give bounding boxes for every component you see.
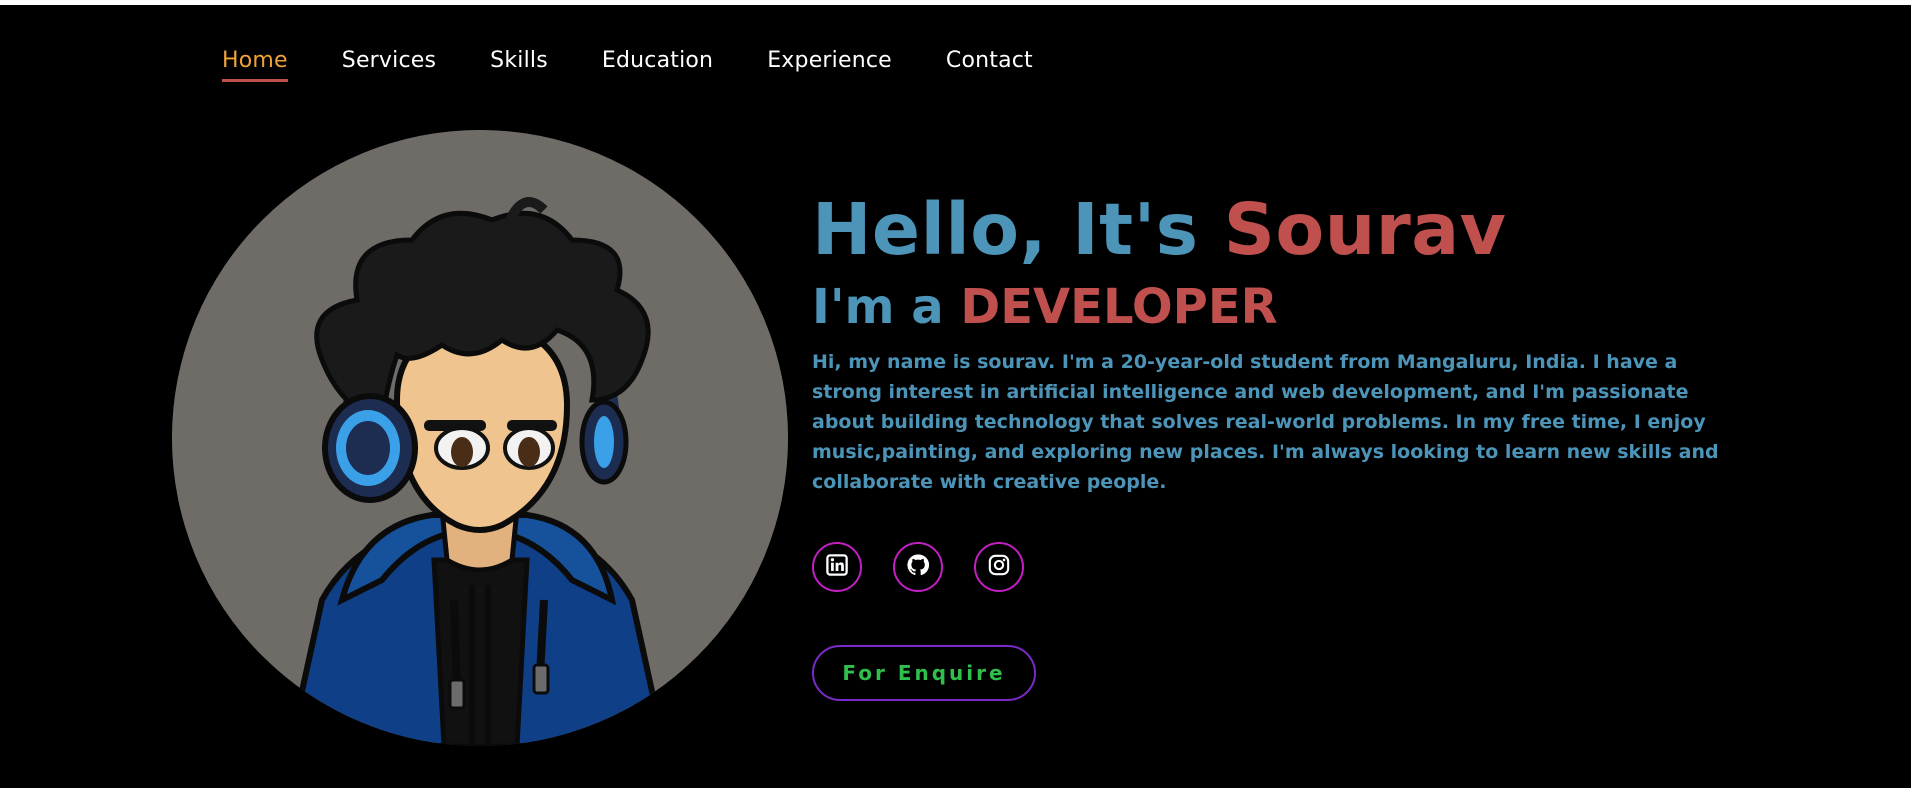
social-links [812,542,1024,592]
role-prefix: I'm a [812,279,944,335]
page: Home Services Skills Education Experienc… [0,5,1911,788]
linkedin-link[interactable] [812,542,862,592]
instagram-icon [988,554,1010,580]
hero-name: Sourav [1223,188,1507,271]
github-icon [906,553,930,581]
profile-avatar [172,130,788,746]
hero-role: I'm a DEVELOPER [812,277,1732,337]
role-title: DEVELOPER [960,279,1278,335]
nav-services[interactable]: Services [342,47,436,82]
linkedin-icon [826,554,848,580]
nav-experience[interactable]: Experience [767,47,892,82]
instagram-link[interactable] [974,542,1024,592]
greeting-text: Hello, It's [812,188,1199,271]
nav-contact[interactable]: Contact [946,47,1033,82]
hero-section: Hello, It's Sourav I'm a DEVELOPER Hi, m… [812,185,1732,497]
github-link[interactable] [893,542,943,592]
top-nav: Home Services Skills Education Experienc… [222,47,1087,82]
hero-bio: Hi, my name is sourav. I'm a 20-year-old… [812,351,1719,493]
nav-education[interactable]: Education [602,47,713,82]
nav-skills[interactable]: Skills [490,47,548,82]
nav-home[interactable]: Home [222,47,288,82]
avatar-illustration [172,130,788,746]
enquire-button[interactable]: For Enquire [812,645,1036,701]
hero-greeting: Hello, It's Sourav [812,185,1732,275]
